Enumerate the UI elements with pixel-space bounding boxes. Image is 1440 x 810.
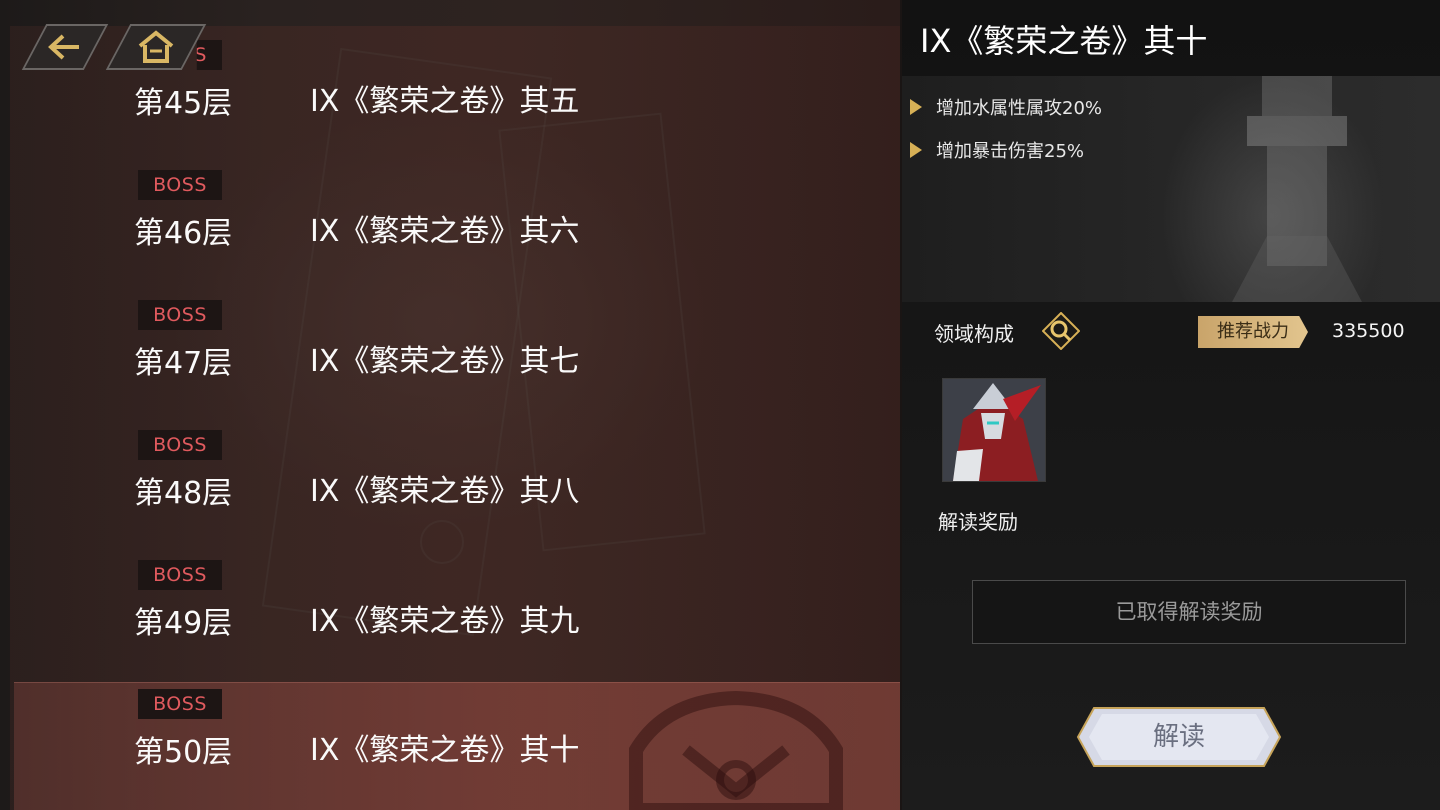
background-machine-illustration bbox=[1232, 76, 1362, 302]
bullet-triangle-icon bbox=[910, 99, 922, 115]
floor-row-47[interactable]: BOSS 第47层 IX《繁荣之卷》其七 bbox=[0, 286, 900, 414]
floor-name: IX《繁荣之卷》其七 bbox=[310, 344, 580, 379]
floor-name: IX《繁荣之卷》其九 bbox=[310, 604, 580, 639]
home-icon bbox=[138, 30, 174, 63]
boss-badge: BOSS bbox=[138, 689, 222, 719]
floor-number: 第46层 bbox=[134, 216, 233, 251]
reward-label: 解读奖励 bbox=[938, 510, 1018, 534]
bullet-triangle-icon bbox=[910, 142, 922, 158]
floor-detail-panel: IX《繁荣之卷》其十 增加水属性属攻20% 增加暴击伤害25% 领域构成 推荐战… bbox=[902, 0, 1440, 810]
floor-name: IX《繁荣之卷》其六 bbox=[310, 214, 580, 249]
boss-badge: BOSS bbox=[138, 170, 222, 200]
magnifier-icon[interactable] bbox=[1042, 312, 1080, 350]
detail-title: IX《繁荣之卷》其十 bbox=[920, 22, 1208, 60]
floor-name: IX《繁荣之卷》其五 bbox=[310, 84, 580, 119]
floor-name: IX《繁荣之卷》其十 bbox=[310, 733, 580, 768]
bonus-area: 增加水属性属攻20% 增加暴击伤害25% bbox=[902, 76, 1440, 302]
floor-number: 第47层 bbox=[134, 346, 233, 381]
recommended-power-tag: 推荐战力 bbox=[1198, 316, 1308, 348]
boss-emblem-icon bbox=[629, 690, 843, 810]
reward-status-box: 已取得解读奖励 bbox=[972, 580, 1406, 644]
floor-name: IX《繁荣之卷》其八 bbox=[310, 474, 580, 509]
boss-badge: BOSS bbox=[138, 300, 222, 330]
boss-badge: BOSS bbox=[138, 430, 222, 460]
floor-number: 第50层 bbox=[134, 735, 233, 770]
recommended-power-value: 335500 bbox=[1332, 320, 1405, 342]
floor-row-49[interactable]: BOSS 第49层 IX《繁荣之卷》其九 bbox=[0, 546, 900, 674]
floor-list-panel: BOSS 第45层 IX《繁荣之卷》其五 BOSS 第46层 IX《繁荣之卷》其… bbox=[0, 0, 900, 810]
floor-row-46[interactable]: BOSS 第46层 IX《繁荣之卷》其六 bbox=[0, 156, 900, 284]
floor-number: 第49层 bbox=[134, 606, 233, 641]
decode-button-label: 解读 bbox=[1152, 722, 1205, 752]
domain-composition-label: 领域构成 bbox=[934, 322, 1014, 346]
bonus-text: 增加水属性属攻20% bbox=[936, 98, 1103, 119]
bonus-text: 增加暴击伤害25% bbox=[936, 141, 1085, 162]
floor-number: 第48层 bbox=[134, 476, 233, 511]
bonus-item: 增加暴击伤害25% bbox=[910, 137, 1084, 163]
boss-portrait[interactable] bbox=[942, 378, 1046, 482]
floor-number: 第45层 bbox=[134, 86, 233, 121]
mecha-portrait-icon bbox=[943, 379, 1045, 481]
floor-row-48[interactable]: BOSS 第48层 IX《繁荣之卷》其八 bbox=[0, 416, 900, 544]
decode-button[interactable]: 解读 bbox=[1074, 704, 1284, 770]
boss-badge: BOSS bbox=[138, 560, 222, 590]
bonus-item: 增加水属性属攻20% bbox=[910, 94, 1102, 120]
back-arrow-icon bbox=[48, 34, 79, 60]
home-button[interactable] bbox=[105, 24, 207, 70]
